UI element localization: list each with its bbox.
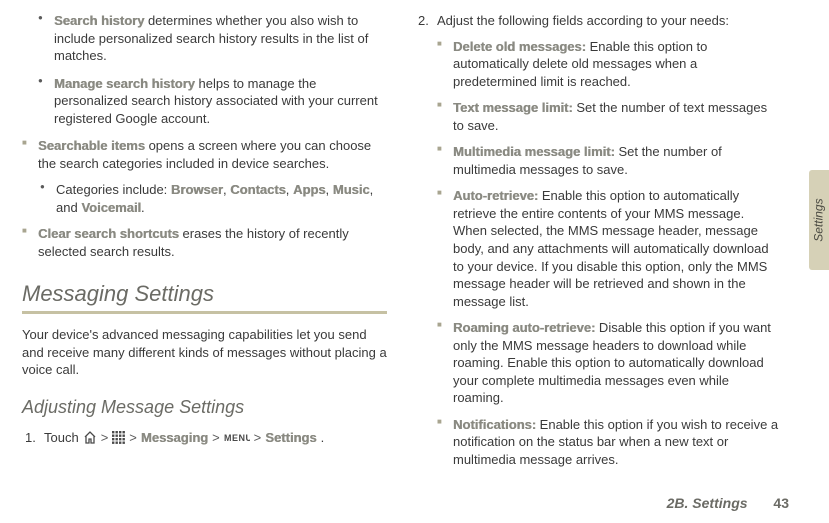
touch-word: Touch xyxy=(44,429,79,447)
step-2: 2. Adjust the following fields according… xyxy=(415,12,780,469)
clear-search-shortcuts: Clear search shortcuts erases the histor… xyxy=(22,225,387,260)
opt-auto-retrieve: Auto-retrieve: Enable this option to aut… xyxy=(437,187,780,310)
label: Clear search shortcuts xyxy=(38,226,179,241)
step-1: 1. Touch > > xyxy=(22,429,387,447)
navigation-path: Touch > > Messaging xyxy=(44,429,324,447)
label: Searchable items xyxy=(38,138,145,153)
path-messaging: Messaging xyxy=(141,429,208,447)
heading-messaging-settings: Messaging Settings xyxy=(22,279,387,315)
label: Manage search history xyxy=(54,76,195,91)
side-tab-settings: Settings xyxy=(809,170,829,270)
opt-delete-old-messages: Delete old messages: Enable this option … xyxy=(437,38,780,91)
heading-adjusting-message-settings: Adjusting Message Settings xyxy=(22,395,387,419)
prefix: Categories include: xyxy=(56,182,171,197)
path-settings: Settings xyxy=(265,429,316,447)
manage-search-history-item: Manage search history helps to manage th… xyxy=(36,75,387,128)
apps-grid-icon xyxy=(112,431,125,444)
opt-notifications: Notifications: Enable this option if you… xyxy=(437,416,780,469)
step-number: 2. xyxy=(418,12,429,30)
side-tab-label: Settings xyxy=(811,198,827,241)
right-column: 2. Adjust the following fields according… xyxy=(415,12,780,472)
footer-section: 2B. Settings xyxy=(667,495,748,511)
menu-icon: MENU xyxy=(224,432,250,443)
searchable-items: Searchable items opens a screen where yo… xyxy=(22,137,387,216)
page-footer: 2B. Settings 43 xyxy=(667,494,789,513)
step-number: 1. xyxy=(25,429,36,447)
step-text: Adjust the following fields according to… xyxy=(437,13,729,28)
opt-multimedia-message-limit: Multimedia message limit: Set the number… xyxy=(437,143,780,178)
svg-text:MENU: MENU xyxy=(224,433,250,443)
intro-paragraph: Your device's advanced messaging capabil… xyxy=(22,326,387,379)
opt-roaming-auto-retrieve: Roaming auto-retrieve: Disable this opti… xyxy=(437,319,780,407)
footer-page-number: 43 xyxy=(773,495,789,511)
categories-line: Categories include: Browser, Contacts, A… xyxy=(38,181,387,216)
left-column: Search history determines whether you al… xyxy=(22,12,387,472)
label: Search history xyxy=(54,13,144,28)
opt-text-message-limit: Text message limit: Set the number of te… xyxy=(437,99,780,134)
home-icon xyxy=(83,431,97,444)
search-history-item: Search history determines whether you al… xyxy=(36,12,387,65)
